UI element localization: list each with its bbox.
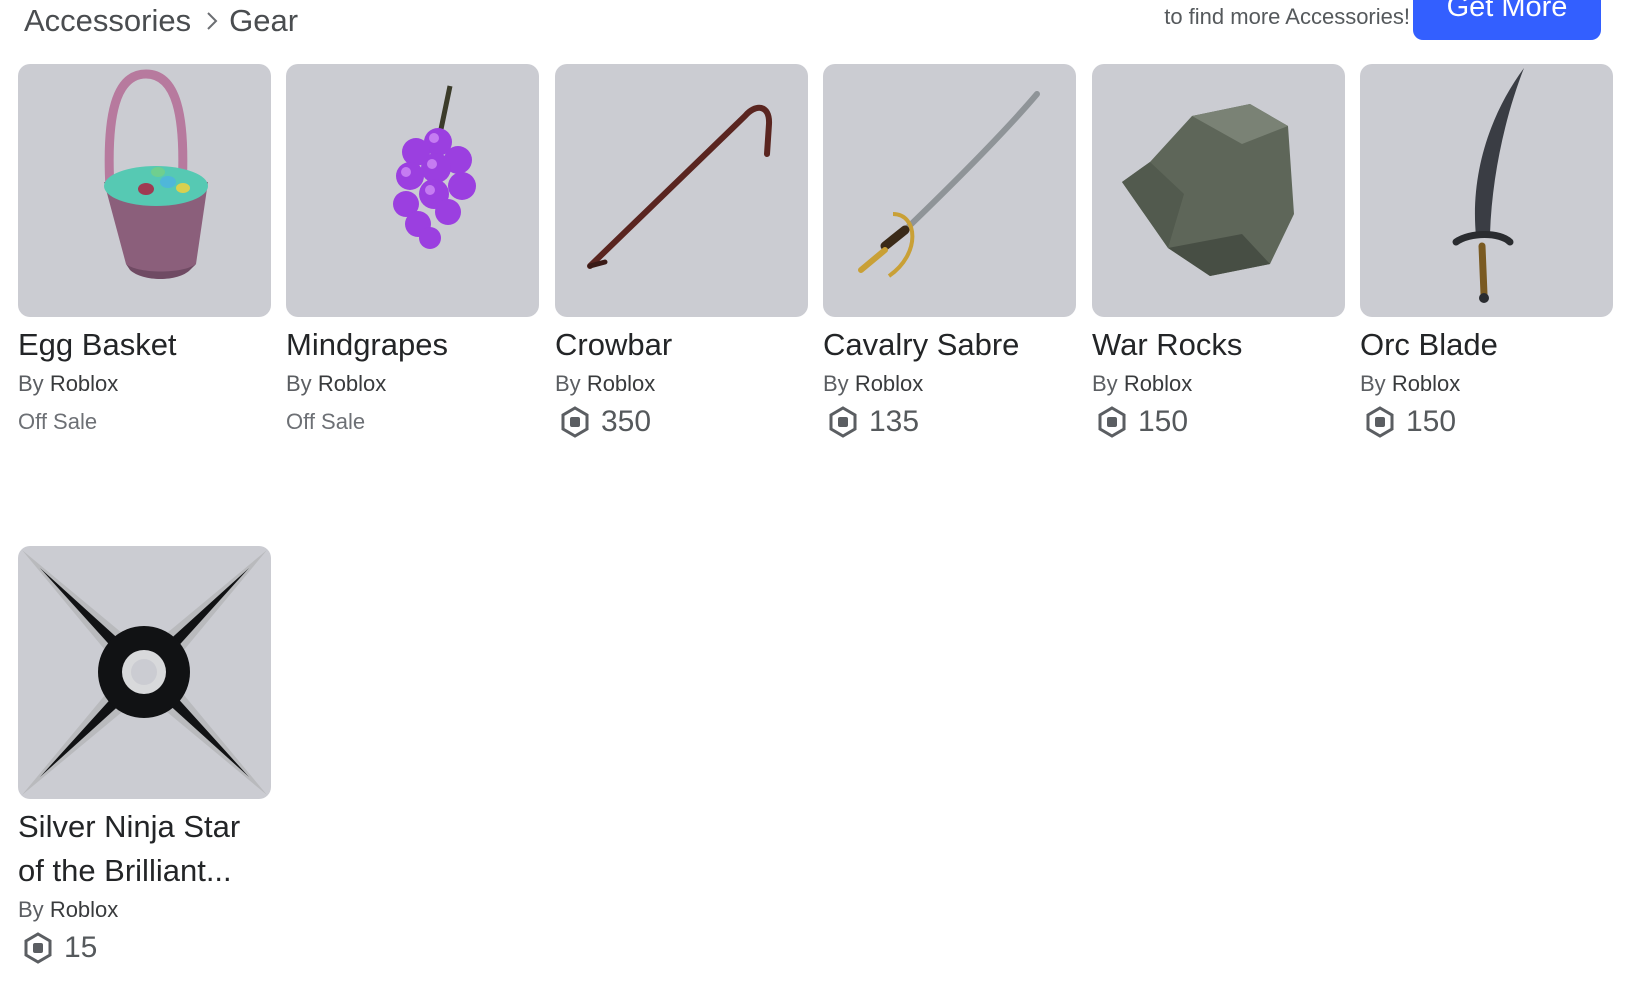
item-card-mindgrapes[interactable]: Mindgrapes By Roblox Off Sale — [286, 64, 539, 435]
item-thumbnail[interactable] — [1092, 64, 1345, 317]
robux-icon — [829, 406, 857, 438]
item-name[interactable]: Orc Blade — [1360, 323, 1613, 367]
item-card-silver-ninja-star[interactable]: Silver Ninja Star of the Brilliant... By… — [18, 546, 271, 965]
by-label: By — [1360, 371, 1386, 396]
item-name[interactable]: Cavalry Sabre — [823, 323, 1076, 367]
robux-icon — [1098, 406, 1126, 438]
item-card-orc-blade[interactable]: Orc Blade By Roblox 150 — [1360, 64, 1613, 439]
robux-icon — [24, 932, 52, 964]
creator-link[interactable]: Roblox — [318, 371, 386, 396]
crowbar-icon — [587, 104, 772, 269]
creator-link[interactable]: Roblox — [50, 371, 118, 396]
by-label: By — [555, 371, 581, 396]
off-sale-label: Off Sale — [18, 409, 98, 434]
get-more-button[interactable]: Get More — [1413, 0, 1601, 40]
item-name-line1: Silver Ninja Star — [18, 809, 241, 844]
item-creator: By Roblox — [823, 371, 1076, 397]
egg-basket-icon — [104, 69, 208, 279]
item-name[interactable]: War Rocks — [1092, 323, 1345, 367]
item-creator: By Roblox — [18, 897, 271, 923]
item-name[interactable]: Mindgrapes — [286, 323, 539, 367]
item-thumbnail[interactable] — [823, 64, 1076, 317]
item-thumbnail[interactable] — [555, 64, 808, 317]
by-label: By — [286, 371, 312, 396]
item-name[interactable]: Silver Ninja Star of the Brilliant... — [18, 805, 271, 893]
item-card-cavalry-sabre[interactable]: Cavalry Sabre By Roblox 135 — [823, 64, 1076, 439]
price-value: 135 — [869, 405, 920, 438]
promo-text: to find more Accessories! — [1164, 4, 1410, 29]
price-value: 350 — [601, 405, 652, 438]
cavalry-sabre-icon — [858, 91, 1040, 278]
creator-link[interactable]: Roblox — [587, 371, 655, 396]
top-bar: Accessories Gear to find more Accessorie… — [0, 0, 1626, 50]
off-sale-label: Off Sale — [286, 409, 366, 434]
robux-icon — [1366, 406, 1394, 438]
orc-blade-icon — [1452, 68, 1524, 303]
ninja-star-icon — [22, 550, 267, 795]
creator-link[interactable]: Roblox — [50, 897, 118, 922]
item-creator: By Roblox — [1092, 371, 1345, 397]
war-rocks-icon — [1122, 104, 1294, 276]
item-price: 135 — [823, 405, 1076, 439]
chevron-right-icon — [205, 10, 219, 32]
by-label: By — [18, 371, 44, 396]
mindgrapes-icon — [393, 85, 476, 249]
item-name[interactable]: Crowbar — [555, 323, 808, 367]
item-name[interactable]: Egg Basket — [18, 323, 271, 367]
by-label: By — [1092, 371, 1118, 396]
item-price: 150 — [1360, 405, 1613, 439]
price-value: 15 — [64, 931, 98, 964]
by-label: By — [18, 897, 44, 922]
price-value: 150 — [1406, 405, 1457, 438]
breadcrumb-gear: Gear — [229, 3, 299, 38]
item-price: 150 — [1092, 405, 1345, 439]
robux-icon — [561, 406, 589, 438]
item-thumbnail[interactable] — [18, 64, 271, 317]
creator-link[interactable]: Roblox — [1392, 371, 1460, 396]
item-name-line2: of the Brilliant... — [18, 853, 232, 888]
item-thumbnail[interactable] — [18, 546, 271, 799]
item-thumbnail[interactable] — [1360, 64, 1613, 317]
creator-link[interactable]: Roblox — [855, 371, 923, 396]
breadcrumb: Accessories Gear — [24, 0, 298, 42]
item-creator: By Roblox — [286, 371, 539, 397]
item-card-egg-basket[interactable]: Egg Basket By Roblox Off Sale — [18, 64, 271, 435]
item-creator: By Roblox — [1360, 371, 1613, 397]
creator-link[interactable]: Roblox — [1124, 371, 1192, 396]
by-label: By — [823, 371, 849, 396]
breadcrumb-accessories[interactable]: Accessories — [24, 3, 191, 39]
price-value: 150 — [1138, 405, 1189, 438]
item-price: 15 — [18, 931, 271, 965]
item-creator: By Roblox — [555, 371, 808, 397]
item-card-war-rocks[interactable]: War Rocks By Roblox 150 — [1092, 64, 1345, 439]
item-price: 350 — [555, 405, 808, 439]
item-card-crowbar[interactable]: Crowbar By Roblox 350 — [555, 64, 808, 439]
item-creator: By Roblox — [18, 371, 271, 397]
item-thumbnail[interactable] — [286, 64, 539, 317]
